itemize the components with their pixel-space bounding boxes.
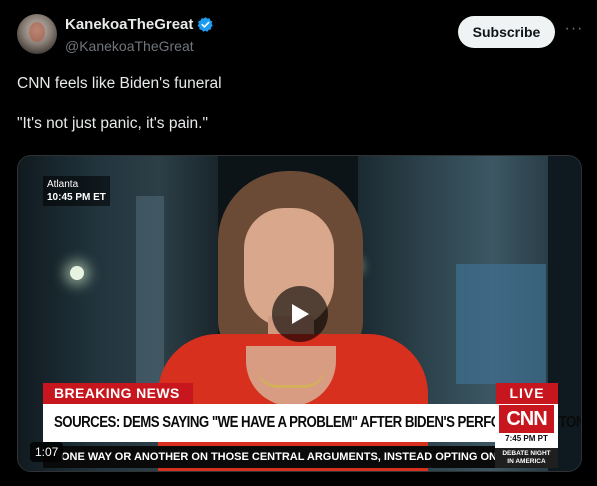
tweet-text-line: CNN feels like Biden's funeral xyxy=(17,75,222,92)
dateline-time: 10:45 PM ET xyxy=(47,192,106,203)
cnn-logo: CNN xyxy=(499,405,554,433)
verified-badge-icon xyxy=(198,17,214,32)
network-time: 7:45 PM PT xyxy=(505,434,548,443)
subscribe-button[interactable]: Subscribe xyxy=(458,16,555,48)
author-handle[interactable]: @KanekoaTheGreat xyxy=(65,38,194,54)
dateline-city: Atlanta xyxy=(47,179,79,190)
play-button[interactable] xyxy=(272,286,328,342)
author-display-name[interactable]: KanekoaTheGreat xyxy=(65,16,193,33)
video-player[interactable]: Atlanta 10:45 PM ET BREAKING NEWS LIVE S… xyxy=(17,155,582,472)
avatar[interactable] xyxy=(17,14,57,54)
breaking-news-label: BREAKING NEWS xyxy=(43,383,193,404)
dateline: Atlanta 10:45 PM ET xyxy=(43,176,110,206)
studio-light xyxy=(70,266,84,280)
video-duration: 1:07 xyxy=(30,442,64,462)
program-name: DEBATE NIGHT IN AMERICA xyxy=(495,448,558,468)
news-ticker: ONE WAY OR ANOTHER ON THOSE CENTRAL ARGU… xyxy=(43,446,495,468)
tweet-text: CNN feels like Biden's funeral "It's not… xyxy=(17,74,222,154)
anchor-necklace xyxy=(256,366,326,388)
tweet-text-line: "It's not just panic, it's pain." xyxy=(17,115,208,132)
more-options-icon[interactable]: ··· xyxy=(564,20,584,40)
studio-screen xyxy=(456,264,546,384)
author-name-row: KanekoaTheGreat xyxy=(65,16,214,33)
live-label: LIVE xyxy=(496,383,558,404)
program-name-line: IN AMERICA xyxy=(507,458,546,465)
program-name-line: DEBATE NIGHT xyxy=(502,450,551,457)
play-icon xyxy=(292,304,309,324)
tweet-header: KanekoaTheGreat @KanekoaTheGreat Subscri… xyxy=(17,14,587,58)
